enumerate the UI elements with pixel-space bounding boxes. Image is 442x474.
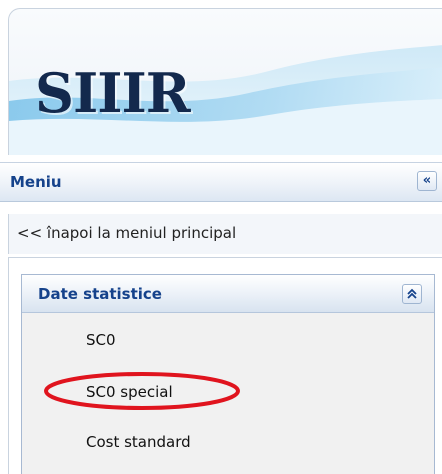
app-page: SIIIR Meniu « << înapoi la meniul princi… xyxy=(0,0,442,474)
menu-item-sc0-special[interactable]: SC0 special xyxy=(86,383,173,401)
menu-item-cost-standard[interactable]: Cost standard xyxy=(86,433,191,451)
back-link-row: << înapoi la meniul principal xyxy=(8,214,442,254)
menu-header: Meniu « xyxy=(0,162,442,202)
statistics-panel: Date statistice SC0 SC0 special Cost sta… xyxy=(21,274,435,474)
statistics-panel-container: Date statistice SC0 SC0 special Cost sta… xyxy=(8,258,442,474)
statistics-panel-title: Date statistice xyxy=(38,285,162,303)
collapse-menu-button[interactable]: « xyxy=(417,171,437,191)
header-banner: SIIIR xyxy=(8,8,442,155)
menu-title: Meniu xyxy=(10,173,62,191)
siiir-logo: SIIIR xyxy=(35,61,191,125)
collapse-panel-button[interactable] xyxy=(402,284,422,304)
statistics-panel-header[interactable]: Date statistice xyxy=(22,275,434,313)
double-chevron-left-icon: « xyxy=(422,173,432,188)
double-chevron-up-icon xyxy=(407,288,417,299)
menu-item-sc0[interactable]: SC0 xyxy=(86,331,116,349)
back-to-main-menu-link[interactable]: << înapoi la meniul principal xyxy=(17,224,236,242)
